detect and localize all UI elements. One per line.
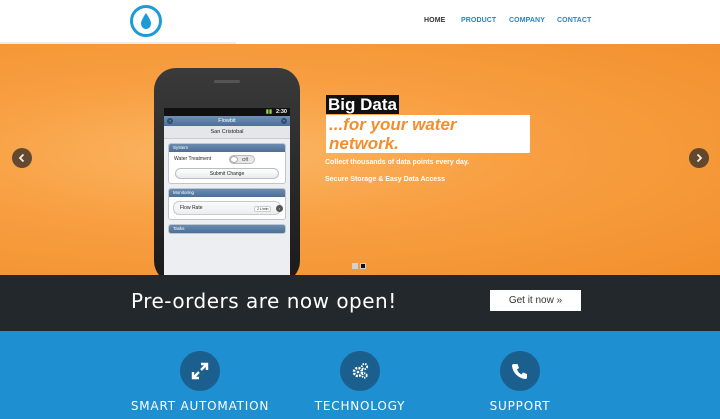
feature-icon-circle: [340, 351, 380, 391]
water-treatment-row: Water Treatment Off: [169, 152, 285, 166]
slider-dot-1[interactable]: [352, 263, 358, 269]
chevron-right-icon: ›: [276, 205, 283, 212]
phone-speaker: [214, 80, 240, 83]
phone-screen: ▮▮ 2:30 ‹ Flowbit › San Cristobal System …: [164, 108, 290, 275]
hero-slider: ▮▮ 2:30 ‹ Flowbit › San Cristobal System …: [0, 44, 720, 275]
toggle-knob: [230, 156, 238, 163]
feature-label: SMART AUTOMATION: [130, 399, 270, 413]
feature-smart-automation[interactable]: SMART AUTOMATION: [110, 351, 290, 413]
monitoring-header: Monitoring: [169, 189, 285, 197]
preorder-band: Pre-orders are now open! Get it now »: [0, 275, 720, 331]
nav-product[interactable]: PRODUCT: [461, 17, 496, 24]
system-header: System: [169, 144, 285, 152]
main-nav: HOME PRODUCT COMPANY CONTACT: [0, 17, 720, 29]
features-section: SMART AUTOMATION TECHNOLOGY SUPPORT: [0, 331, 720, 419]
headline-subline: ...for your water network.: [326, 115, 530, 153]
tasks-panel: Tasks: [168, 224, 286, 234]
blurb-line-2: Secure Storage & Easy Data Access: [325, 176, 445, 183]
feature-technology[interactable]: TECHNOLOGY: [270, 351, 450, 413]
slider-prev-button[interactable]: [12, 148, 32, 168]
phone-mockup: ▮▮ 2:30 ‹ Flowbit › San Cristobal System …: [154, 68, 300, 275]
phone-status-bar: ▮▮ 2:30: [164, 108, 290, 116]
headline-big-data: Big Data: [326, 95, 399, 114]
expand-arrows-icon: [191, 362, 209, 380]
feature-icon-circle: [500, 351, 540, 391]
water-treatment-label: Water Treatment: [174, 156, 212, 162]
nav-contact[interactable]: CONTACT: [557, 17, 591, 24]
feature-support[interactable]: SUPPORT: [430, 351, 610, 413]
nav-company[interactable]: COMPANY: [509, 17, 545, 24]
chevron-right-icon: [696, 153, 703, 163]
phone-icon: [512, 364, 527, 379]
get-it-now-button[interactable]: Get it now »: [490, 290, 581, 311]
chevron-left-icon: [18, 153, 25, 163]
submit-change-button: Submit Change: [175, 168, 279, 179]
app-title: Flowbit: [218, 118, 236, 124]
tasks-header: Tasks: [169, 225, 285, 233]
app-menu-icon: ›: [281, 118, 287, 124]
signal-icon: ▮▮: [265, 109, 272, 115]
site-header: HOME PRODUCT COMPANY CONTACT: [0, 0, 720, 44]
flow-rate-label: Flow Rate: [180, 205, 203, 211]
app-title-bar: ‹ Flowbit ›: [164, 116, 290, 126]
monitoring-panel: Monitoring Flow Rate 2 L/min ›: [168, 188, 286, 220]
system-panel: System Water Treatment Off Submit Change: [168, 143, 286, 184]
nav-home[interactable]: HOME: [424, 17, 445, 24]
hero-blurb: Collect thousands of data points every d…: [325, 154, 469, 188]
flow-rate-value: 2 L/min: [254, 206, 272, 212]
slider-next-button[interactable]: [689, 148, 709, 168]
slider-dot-2[interactable]: [360, 263, 366, 269]
feature-label: TECHNOLOGY: [314, 399, 406, 413]
gears-icon: [352, 362, 369, 379]
flow-rate-row: Flow Rate 2 L/min ›: [173, 201, 283, 215]
feature-label: SUPPORT: [489, 399, 551, 413]
feature-icon-circle: [180, 351, 220, 391]
app-location: San Cristobal: [164, 126, 290, 139]
hero-headline: Big Data ...for your water network.: [326, 95, 530, 153]
slider-pagination: [352, 256, 368, 274]
water-treatment-toggle: Off: [229, 155, 255, 164]
status-time: 2:30: [275, 109, 287, 115]
preorder-text: Pre-orders are now open!: [131, 289, 397, 313]
toggle-value: Off: [242, 157, 248, 162]
app-back-icon: ‹: [167, 118, 173, 124]
blurb-line-1: Collect thousands of data points every d…: [325, 159, 470, 166]
